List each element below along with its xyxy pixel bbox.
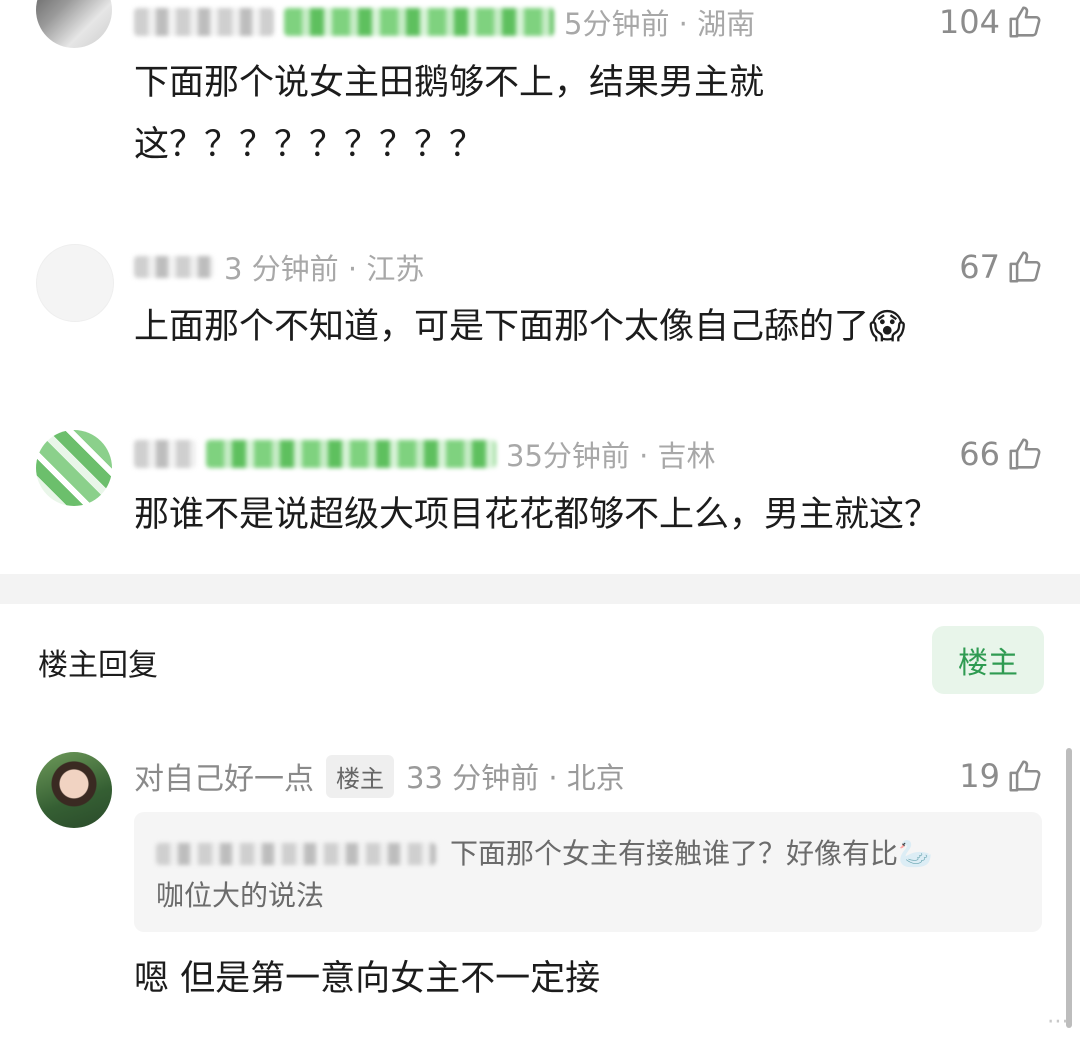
time-location: 35分钟前 · 吉林 bbox=[506, 439, 716, 473]
section-divider bbox=[0, 574, 1080, 604]
avatar[interactable] bbox=[36, 0, 112, 48]
like-count: 66 bbox=[959, 435, 1000, 473]
avatar[interactable] bbox=[36, 430, 112, 506]
time-location: 3 分钟前 · 江苏 bbox=[224, 252, 425, 286]
time-location: 33 分钟前 · 北京 bbox=[406, 761, 625, 795]
badge-redacted bbox=[206, 440, 496, 468]
quoted-comment[interactable]: 下面那个女主有接触谁了？好像有比🦢 咖位大的说法 bbox=[134, 812, 1042, 932]
like-count: 104 bbox=[938, 3, 1000, 41]
comment-meta: 对自己好一点 楼主 33 分钟前 · 北京 bbox=[134, 754, 625, 798]
op-filter-button[interactable]: 楼主 bbox=[932, 626, 1044, 694]
more-ellipsis-icon: ⋯ bbox=[1047, 1009, 1070, 1034]
comment-meta: 3 分钟前 · 江苏 bbox=[134, 245, 424, 289]
like-button[interactable]: 19 bbox=[959, 754, 1044, 798]
like-button[interactable]: 67 bbox=[959, 245, 1044, 289]
thumbs-up-icon bbox=[1009, 438, 1041, 470]
comment-meta: 35分钟前 · 吉林 bbox=[134, 432, 716, 476]
section-title: 楼主回复 bbox=[38, 648, 158, 683]
quoted-text: 下面那个女主有接触谁了？好像有比🦢 bbox=[450, 837, 933, 870]
username-redacted[interactable] bbox=[134, 440, 196, 468]
time-location: 5分钟前 · 湖南 bbox=[564, 7, 756, 41]
like-count: 19 bbox=[959, 757, 1000, 795]
like-count: 67 bbox=[959, 248, 1000, 286]
comment-text: 上面那个不知道，可是下面那个太像自己舔的了😱 bbox=[134, 307, 906, 347]
like-button[interactable]: 104 bbox=[939, 0, 1044, 44]
avatar[interactable] bbox=[36, 244, 114, 322]
quoted-username-redacted bbox=[156, 843, 436, 865]
comment-text: 那谁不是说超级大项目花花都够不上么，男主就这？ bbox=[134, 495, 940, 535]
op-badge: 楼主 bbox=[326, 754, 394, 798]
reply-text: 嗯 但是第一意向女主不一定接 bbox=[134, 959, 601, 999]
quote-line-2: 咖位大的说法 bbox=[156, 879, 325, 912]
scrollbar[interactable] bbox=[1066, 748, 1072, 1028]
username-redacted[interactable] bbox=[134, 256, 214, 278]
like-button[interactable]: 66 bbox=[959, 432, 1044, 476]
thumbs-up-icon bbox=[1009, 251, 1041, 283]
quote-line-1: 下面那个女主有接触谁了？好像有比🦢 bbox=[156, 832, 933, 876]
username-redacted[interactable] bbox=[134, 8, 274, 36]
comment-text: 下面那个说女主田鹅够不上，结果男主就这？？？？？？？？？ bbox=[134, 63, 765, 165]
comment-meta: 5分钟前 · 湖南 bbox=[134, 0, 755, 44]
thumbs-up-icon bbox=[1009, 760, 1041, 792]
username[interactable]: 对自己好一点 bbox=[134, 754, 314, 798]
avatar[interactable] bbox=[36, 752, 112, 828]
thumbs-up-icon bbox=[1009, 6, 1041, 38]
badge-redacted bbox=[284, 8, 554, 36]
